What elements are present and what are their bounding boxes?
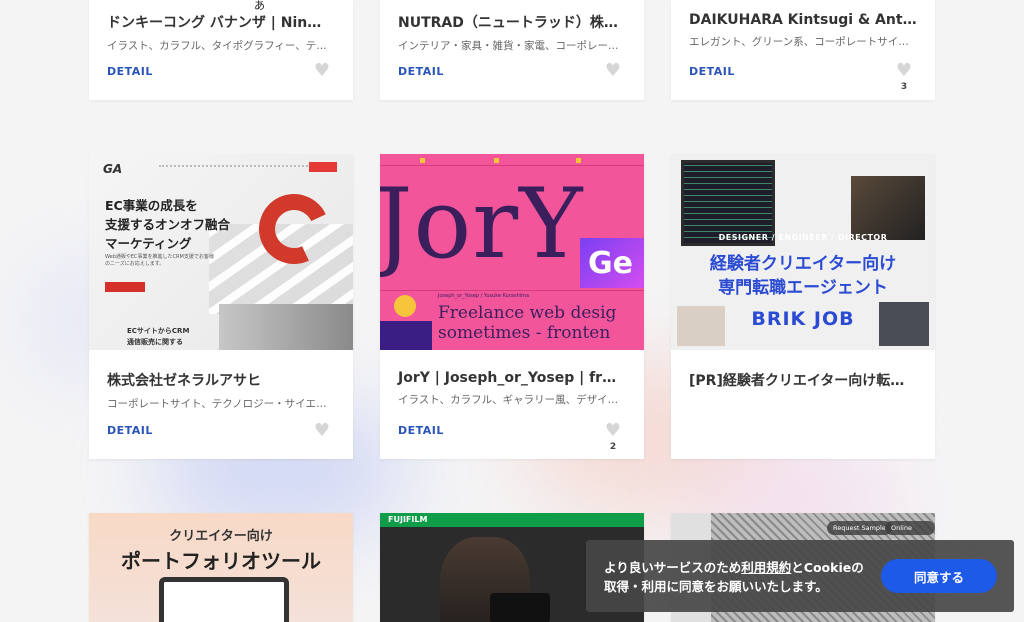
thumb-headline: 経験者クリエイター向け 専門転職エージェント: [671, 252, 935, 300]
thumb-pill-request: Request Sample: [827, 521, 892, 535]
detail-link[interactable]: DETAIL: [398, 65, 444, 78]
like-button[interactable]: ♥: [604, 62, 622, 82]
thumb-tagline-line: sometimes - fronten: [438, 323, 611, 343]
thumb-headline-line: 専門転職エージェント: [718, 278, 888, 298]
thumb-role-band: DESIGNER / ENGINEER / DIRECTOR: [718, 233, 888, 242]
cookie-banner: より良いサービスのため利用規約とCookieの 取得・利用に同意をお願いいたしま…: [586, 540, 1014, 612]
card-brik-job-pr[interactable]: DESIGNER / ENGINEER / DIRECTOR 経験者クリエイター…: [671, 154, 935, 459]
like-count: 2: [609, 442, 617, 452]
thumb-headline-line: 支援するオンオフ融合: [105, 217, 231, 232]
thumb-brand: FUJIFILM: [388, 515, 428, 524]
heart-icon[interactable]: ♥: [313, 422, 331, 440]
card-general-asahi[interactable]: GA EC事業の成長を 支援するオンオフ融合 マーケティング Web通販やEC事…: [89, 154, 353, 459]
card-title[interactable]: 株式会社ゼネラルアサヒ: [89, 370, 353, 390]
cookie-message: より良いサービスのため利用規約とCookieの 取得・利用に同意をお願いいたしま…: [604, 558, 864, 596]
thumb-tagline-line: Freelance web desig: [438, 303, 617, 323]
thumb-green-nav: FUJIFILM: [380, 513, 644, 527]
thumb-headline-line: EC事業の成長を: [105, 198, 198, 213]
card-tags: コーポレートサイト、テクノロジー・サイエン…: [107, 398, 338, 410]
card-tags: イラスト、カラフル、タイポグラフィー、テレ…: [107, 40, 338, 52]
detail-link[interactable]: DETAIL: [107, 424, 153, 437]
thumb-bottom-line: ECサイトからCRM: [127, 327, 190, 335]
card-thumbnail[interactable]: JorY Ge Joseph_or_Yosep / Yusuke Kurashi…: [380, 154, 644, 350]
thumb-lower-band: Joseph_or_Yosep / Yusuke Kurashima Freel…: [380, 290, 644, 350]
heart-icon[interactable]: ♥: [895, 62, 913, 80]
card-tags: エレガント、グリーン系、コーポレートサイト…: [689, 36, 920, 48]
thumb-purple-block: [380, 321, 432, 350]
thumb-headline-line: 経験者クリエイター向け: [709, 254, 897, 274]
emoji-face-icon: [394, 295, 416, 317]
thumb-nav-dot: [420, 158, 425, 163]
thumb-tagline: Freelance web desig sometimes - fronten: [438, 303, 616, 343]
cookie-text-part: とCookieの: [791, 560, 864, 575]
heart-icon[interactable]: ♥: [604, 422, 622, 440]
thumb-subtext: Web通販やEC事業を推進したCRM支援でお客様のニーズにお応えします。: [105, 254, 214, 267]
thumb-nav-dot: [576, 158, 581, 163]
thumb-headline-small: クリエイター向け: [169, 529, 273, 544]
detail-link[interactable]: DETAIL: [107, 65, 153, 78]
card-thumbnail[interactable]: GA EC事業の成長を 支援するオンオフ融合 マーケティング Web通販やEC事…: [89, 154, 353, 350]
heart-icon[interactable]: ♥: [313, 62, 331, 80]
thumb-topbar: [380, 154, 644, 166]
thumb-pill-shop: Online Shop: [885, 521, 935, 546]
card-nutrad[interactable]: NUTRAD（ニュートラッド）株… インテリア・家具・雑貨・家電、コーポレート……: [380, 0, 644, 100]
card-thumbnail[interactable]: クリエイター向け ポートフォリオツール: [89, 513, 353, 622]
thumb-red-button: [309, 162, 337, 172]
terms-link[interactable]: 利用規約: [741, 560, 791, 575]
card-title[interactable]: [PR]経験者クリエイター向け転…: [671, 370, 935, 390]
like-button[interactable]: ♥ 3: [895, 62, 913, 93]
thumb-photo: [219, 304, 353, 350]
thumb-gradient-box: Ge: [580, 238, 644, 288]
heart-icon[interactable]: ♥: [604, 62, 622, 80]
thumb-bottom-text: ECサイトからCRM 通信販売に関する: [127, 326, 189, 348]
thumb-big-logo: JorY: [380, 168, 584, 280]
thumb-nav-dots: [159, 165, 319, 168]
thumb-bottom-line: 通信販売に関する: [127, 338, 183, 346]
card-jory[interactable]: JorY Ge Joseph_or_Yosep / Yusuke Kurashi…: [380, 154, 644, 459]
card-daikuhara[interactable]: DAIKUHARA Kintsugi & Anti… エレガント、グリーン系、コ…: [671, 0, 935, 100]
card-title[interactable]: ドンキーコング バナンザ | Nin…: [89, 12, 353, 32]
thumb-cta: [105, 282, 145, 292]
thumb-logo: GA: [103, 162, 123, 176]
thumb-brik-logo: BRIK JOB: [751, 308, 855, 330]
like-button[interactable]: ♥: [313, 422, 331, 442]
detail-link[interactable]: DETAIL: [398, 424, 444, 437]
card-tags: インテリア・家具・雑貨・家電、コーポレート…: [398, 40, 629, 52]
ime-indicator: あ: [254, 0, 265, 12]
card-title[interactable]: NUTRAD（ニュートラッド）株…: [380, 12, 644, 32]
camera-icon: [490, 593, 550, 622]
laptop-icon: [159, 577, 289, 622]
detail-link[interactable]: DETAIL: [689, 65, 735, 78]
thumb-monitor-photo: [851, 176, 925, 240]
thumb-headline-line: マーケティング: [105, 236, 192, 251]
card-portfolio-tool[interactable]: クリエイター向け ポートフォリオツール: [89, 513, 353, 622]
card-title[interactable]: DAIKUHARA Kintsugi & Anti…: [671, 12, 935, 28]
like-button[interactable]: ♥ 2: [604, 422, 622, 453]
cookie-text-part: より良いサービスのため: [604, 560, 742, 575]
like-count: 3: [900, 82, 908, 92]
card-thumbnail[interactable]: DESIGNER / ENGINEER / DIRECTOR 経験者クリエイター…: [671, 154, 935, 350]
thumb-small-text: Joseph_or_Yosep / Yusuke Kurashima: [438, 293, 530, 299]
card-title[interactable]: JorY | Joseph_or_Yosep | fr…: [380, 370, 644, 386]
card-tags: イラスト、カラフル、ギャラリー風、デザイン…: [398, 394, 629, 406]
thumb-nav-dot: [494, 158, 499, 163]
agree-button[interactable]: 同意する: [881, 559, 997, 593]
card-donkey-kong[interactable]: ドンキーコング バナンザ | Nin… イラスト、カラフル、タイポグラフィー、テ…: [89, 0, 353, 100]
like-button[interactable]: ♥: [313, 62, 331, 82]
thumb-headline: EC事業の成長を 支援するオンオフ融合 マーケティング: [105, 196, 230, 253]
cookie-text-line2: 取得・利用に同意をお願いいたします。: [604, 579, 828, 594]
thumb-headline: ポートフォリオツール: [121, 549, 321, 573]
